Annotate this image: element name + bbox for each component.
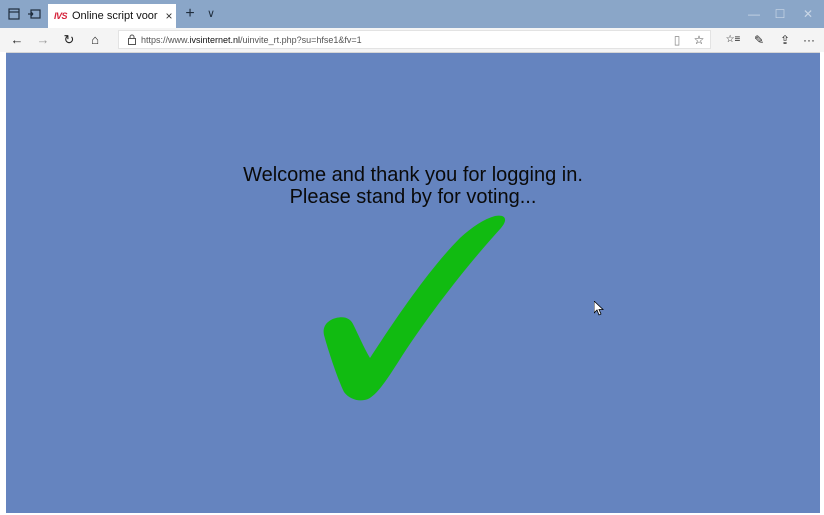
standby-line: Please stand by for voting... <box>289 186 537 208</box>
window-border-right <box>820 52 824 515</box>
notes-pen-icon[interactable]: ✎ <box>750 31 768 49</box>
new-tab-button[interactable]: + <box>180 4 200 24</box>
maximize-button[interactable]: ☐ <box>772 6 788 22</box>
address-bar[interactable]: https://www.ivsinternet.nl/uinvite_rt.ph… <box>118 30 711 49</box>
url-path: /uinvite_rt.php?su=hfse1&fv=1 <box>240 34 362 45</box>
show-aside-tabs-icon[interactable] <box>26 6 42 22</box>
address-url: https://www.ivsinternet.nl/uinvite_rt.ph… <box>141 35 362 45</box>
more-menu-icon[interactable]: ··· <box>800 31 818 49</box>
minimize-button[interactable]: — <box>746 6 762 22</box>
refresh-button[interactable]: ↻ <box>60 31 78 49</box>
tab-preview-chevron-icon[interactable]: ∨ <box>202 4 220 24</box>
mouse-pointer-icon <box>594 301 604 316</box>
title-bar: IVS Online script voor hand × + ∨ — ☐ ✕ <box>0 0 824 28</box>
checkmark-shape <box>323 215 506 401</box>
reading-view-icon[interactable]: ▯ <box>668 31 686 49</box>
url-domain: ivsinternet.nl <box>189 34 241 45</box>
navigation-toolbar: ← → ↻ ⌂ https://www.ivsinternet.nl/uinvi… <box>0 28 824 53</box>
checkmark-icon <box>323 215 506 401</box>
status-message: Welcome and thank you for logging in. Pl… <box>6 164 820 208</box>
favorite-star-icon[interactable]: ☆ <box>690 31 708 49</box>
home-button[interactable]: ⌂ <box>86 31 104 49</box>
favorites-hub-icon[interactable]: ☆≡ <box>722 31 744 49</box>
back-button[interactable]: ← <box>8 31 26 49</box>
set-aside-tabs-icon[interactable] <box>6 6 22 22</box>
browser-tab-active[interactable]: IVS Online script voor hand × <box>48 4 176 28</box>
lock-icon <box>128 34 136 45</box>
tab-close-icon[interactable]: × <box>162 9 176 23</box>
forward-button[interactable]: → <box>34 31 52 49</box>
site-favicon-icon: IVS <box>54 11 68 21</box>
url-prefix: https://www. <box>141 34 190 45</box>
page-content: Welcome and thank you for logging in. Pl… <box>6 53 820 513</box>
close-window-button[interactable]: ✕ <box>800 6 816 22</box>
welcome-line: Welcome and thank you for logging in. <box>243 164 583 186</box>
tab-title: Online script voor hand <box>72 10 160 22</box>
share-icon[interactable]: ⇪ <box>776 31 794 49</box>
